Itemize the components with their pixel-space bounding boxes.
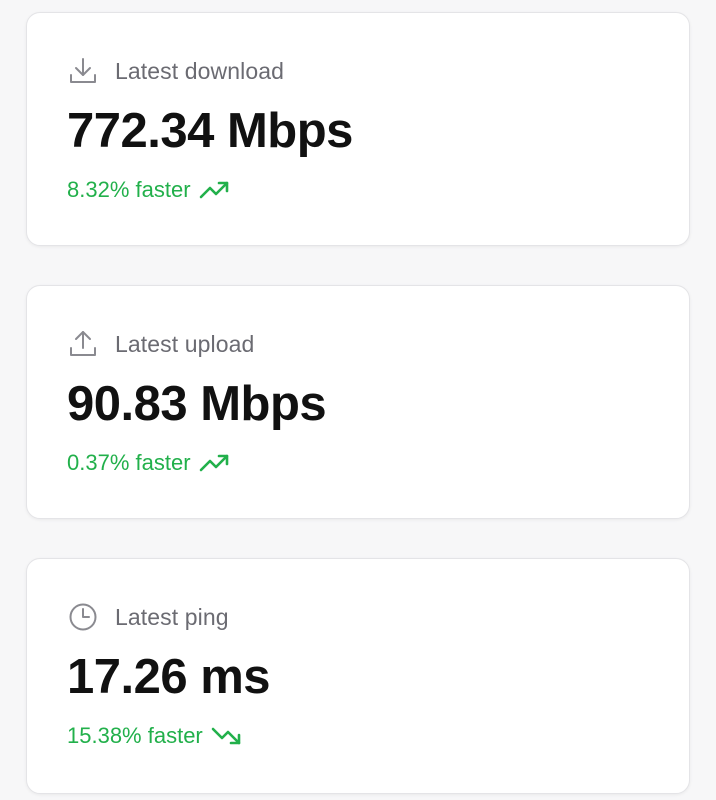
stat-label: Latest ping xyxy=(115,603,229,630)
clock-icon xyxy=(67,601,99,633)
card-header: Latest download xyxy=(67,55,284,87)
upload-stat-card: Latest upload 90.83 Mbps 0.37% faster xyxy=(26,285,690,519)
ping-stat-card: Latest ping 17.26 ms 15.38% faster xyxy=(26,558,690,794)
trending-down-icon xyxy=(211,725,243,747)
trending-up-icon xyxy=(199,452,231,474)
card-header: Latest ping xyxy=(67,601,229,633)
stat-label: Latest download xyxy=(115,57,285,84)
download-icon xyxy=(67,55,99,87)
stat-change: 8.32% faster xyxy=(67,175,231,205)
stat-value: 17.26 ms xyxy=(67,650,271,704)
change-text: 0.37% faster xyxy=(67,450,191,475)
stat-label: Latest upload xyxy=(115,330,255,357)
stat-change: 0.37% faster xyxy=(67,448,231,478)
stat-change: 15.38% faster xyxy=(67,721,243,751)
change-text: 15.38% faster xyxy=(67,723,203,748)
download-stat-card: Latest download 772.34 Mbps 8.32% faster xyxy=(26,12,690,246)
change-text: 8.32% faster xyxy=(67,177,191,202)
stat-value: 90.83 Mbps xyxy=(67,377,327,431)
upload-icon xyxy=(67,328,99,360)
trending-up-icon xyxy=(199,179,231,201)
speed-stats-list: Latest download 772.34 Mbps 8.32% faster xyxy=(26,12,690,794)
stat-value: 772.34 Mbps xyxy=(67,104,353,158)
card-header: Latest upload xyxy=(67,328,254,360)
